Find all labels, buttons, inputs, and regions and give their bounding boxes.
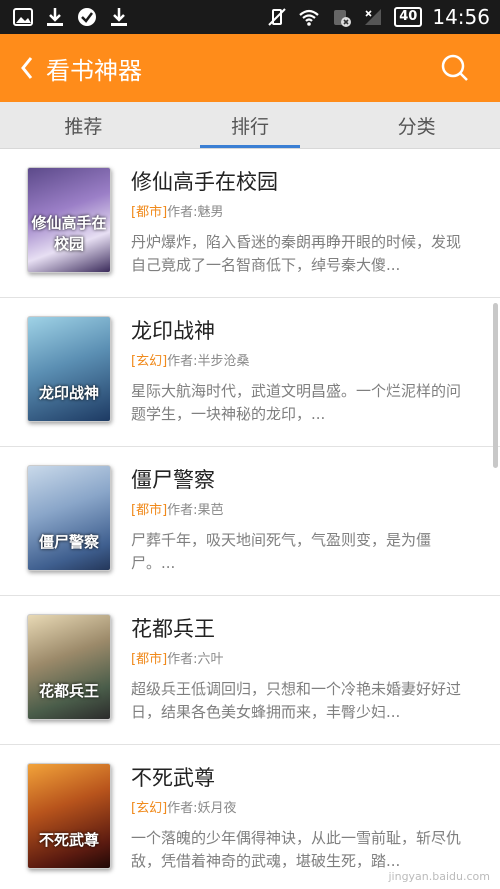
- tab-bar: 推荐 排行 分类: [0, 102, 500, 149]
- search-icon[interactable]: [440, 53, 470, 83]
- vibrate-off-icon: [266, 6, 288, 28]
- scrollbar[interactable]: [493, 303, 498, 468]
- list-item[interactable]: 龙印战神 龙印战神 [玄幻]作者:半步沧桑 星际大航海时代，武道文明昌盛。一个烂…: [0, 298, 500, 447]
- genre-tag: [都市]: [131, 652, 168, 667]
- book-cover: 花都兵王: [27, 614, 111, 720]
- sim-off-icon: [330, 6, 352, 28]
- check-circle-icon: [76, 6, 98, 28]
- cover-title: 僵尸警察: [38, 533, 99, 551]
- battery-indicator: 40: [394, 7, 423, 27]
- book-list: 修仙高手在校园 修仙高手在校园 [都市]作者:魅男 丹炉爆炸，陷入昏迷的秦朗再睁…: [0, 149, 500, 889]
- book-description: 星际大航海时代，武道文明昌盛。一个烂泥样的问题学生，一块神秘的龙印，...: [131, 382, 462, 423]
- signal-off-icon: [362, 6, 384, 28]
- genre-tag: [玄幻]: [131, 354, 168, 369]
- book-title: 修仙高手在校园: [131, 170, 278, 194]
- download-icon: [108, 6, 130, 28]
- tab-ranking[interactable]: 排行: [167, 102, 334, 148]
- list-item[interactable]: 修仙高手在校园 修仙高手在校园 [都市]作者:魅男 丹炉爆炸，陷入昏迷的秦朗再睁…: [0, 149, 500, 298]
- book-description: 超级兵王低调回归，只想和一个冷艳未婚妻好好过日，结果各色美女蜂拥而来，丰臀少妇.…: [131, 680, 462, 721]
- book-meta: [都市]作者:六叶: [131, 650, 474, 670]
- book-description: 丹炉爆炸，陷入昏迷的秦朗再睁开眼的时候，发现自己竟成了一名智商低下，绰号秦大傻.…: [131, 233, 462, 274]
- book-cover: 不死武尊: [27, 763, 111, 869]
- book-meta: [都市]作者:魅男: [131, 203, 474, 223]
- chevron-left-icon[interactable]: [12, 48, 42, 88]
- wifi-icon: [298, 6, 320, 28]
- tab-recommend[interactable]: 推荐: [0, 102, 167, 148]
- book-title: 不死武尊: [131, 766, 215, 790]
- list-item[interactable]: 不死武尊 不死武尊 [玄幻]作者:妖月夜 一个落魄的少年偶得神诀，从此一雪前耻，…: [0, 745, 500, 889]
- clock: 14:56: [432, 5, 490, 29]
- book-cover: 龙印战神: [27, 316, 111, 422]
- author: 作者:妖月夜: [167, 801, 237, 816]
- watermark: jingyan.baidu.com: [388, 870, 490, 883]
- book-title: 僵尸警察: [131, 468, 215, 492]
- app-bar: 看书神器: [0, 34, 500, 102]
- tab-category[interactable]: 分类: [333, 102, 500, 148]
- genre-tag: [都市]: [131, 503, 168, 518]
- book-cover: 修仙高手在校园: [27, 167, 111, 273]
- book-meta: [玄幻]作者:半步沧桑: [131, 352, 474, 372]
- book-description: 一个落魄的少年偶得神诀，从此一雪前耻，斩尽仇敌，凭借着神奇的武魂，堪破生死，踏.…: [131, 829, 462, 870]
- download-icon: [44, 6, 66, 28]
- author: 作者:半步沧桑: [167, 354, 250, 369]
- genre-tag: [玄幻]: [131, 801, 168, 816]
- cover-title: 龙印战神: [38, 384, 99, 402]
- book-title: 龙印战神: [131, 319, 215, 343]
- book-meta: [玄幻]作者:妖月夜: [131, 799, 474, 819]
- image-icon: [12, 6, 34, 28]
- list-item[interactable]: 僵尸警察 僵尸警察 [都市]作者:果芭 尸葬千年，吸天地间死气，气盈则变，是为僵…: [0, 447, 500, 596]
- book-title: 花都兵王: [131, 617, 215, 641]
- status-bar: 40 14:56: [0, 0, 500, 34]
- cover-title: 花都兵王: [38, 682, 99, 700]
- author: 作者:魅男: [167, 205, 224, 220]
- cover-title: 不死武尊: [38, 831, 99, 849]
- cover-title: 修仙高手在校园: [31, 214, 107, 253]
- author: 作者:果芭: [167, 503, 224, 518]
- book-meta: [都市]作者:果芭: [131, 501, 474, 521]
- list-item[interactable]: 花都兵王 花都兵王 [都市]作者:六叶 超级兵王低调回归，只想和一个冷艳未婚妻好…: [0, 596, 500, 745]
- author: 作者:六叶: [167, 652, 224, 667]
- book-cover: 僵尸警察: [27, 465, 111, 571]
- book-description: 尸葬千年，吸天地间死气，气盈则变，是为僵尸。...: [131, 531, 432, 572]
- page-title: 看书神器: [46, 56, 142, 85]
- genre-tag: [都市]: [131, 205, 168, 220]
